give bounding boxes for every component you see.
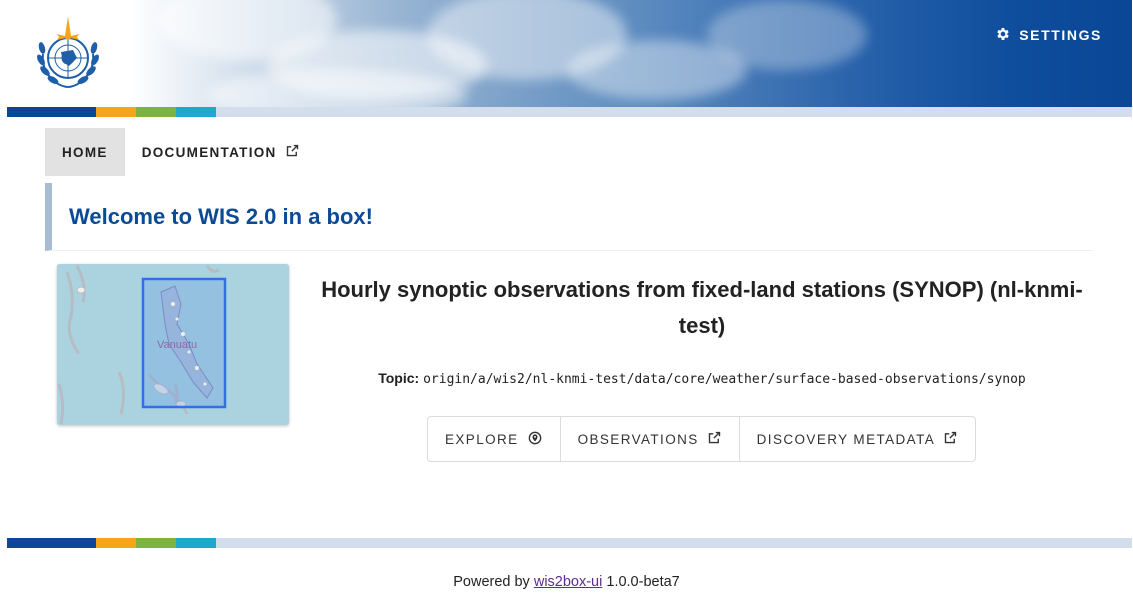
main-nav: HOME DOCUMENTATION <box>45 128 317 176</box>
map-country-label: Vanuatu <box>157 339 197 351</box>
tab-home[interactable]: HOME <box>45 128 125 176</box>
explore-label: EXPLORE <box>445 431 519 447</box>
header-color-stripe <box>7 107 1132 117</box>
map-marker-icon <box>527 430 543 449</box>
gear-icon <box>995 26 1011 45</box>
tab-documentation[interactable]: DOCUMENTATION <box>125 128 317 176</box>
dataset-title: Hourly synoptic observations from fixed-… <box>321 277 1083 338</box>
observations-label: OBSERVATIONS <box>577 431 699 447</box>
discovery-metadata-label: DISCOVERY METADATA <box>756 431 936 447</box>
header-banner: SETTINGS <box>7 0 1132 107</box>
footer-color-stripe <box>7 538 1132 548</box>
welcome-title: Welcome to WIS 2.0 in a box! <box>69 203 373 229</box>
settings-label: SETTINGS <box>1019 27 1102 43</box>
observations-button[interactable]: OBSERVATIONS <box>559 417 739 461</box>
dataset-map[interactable]: Vanuatu <box>57 264 289 425</box>
dataset-action-buttons: EXPLORE OBSERVATIONS DISCOVERY METADATA <box>427 416 977 462</box>
tab-home-label: HOME <box>62 144 108 160</box>
footer-prefix: Powered by <box>453 574 530 590</box>
explore-button[interactable]: EXPLORE <box>428 417 560 461</box>
external-link-icon <box>285 143 300 161</box>
dataset-topic: Topic: origin/a/wis2/nl-knmi-test/data/c… <box>318 370 1086 387</box>
settings-button[interactable]: SETTINGS <box>995 26 1102 44</box>
wis2box-ui-link[interactable]: wis2box-ui <box>534 574 603 590</box>
topic-value: origin/a/wis2/nl-knmi-test/data/core/wea… <box>423 372 1026 387</box>
tab-documentation-label: DOCUMENTATION <box>141 144 277 160</box>
external-link-icon <box>707 430 722 448</box>
wmo-logo[interactable] <box>33 14 103 90</box>
welcome-banner: Welcome to WIS 2.0 in a box! <box>45 183 1093 251</box>
external-link-icon <box>943 430 958 448</box>
discovery-metadata-button[interactable]: DISCOVERY METADATA <box>738 417 975 461</box>
topic-label: Topic: <box>378 370 420 386</box>
footer-version: 1.0.0-beta7 <box>606 574 680 590</box>
footer: Powered by wis2box-ui 1.0.0-beta7 <box>0 574 1133 590</box>
